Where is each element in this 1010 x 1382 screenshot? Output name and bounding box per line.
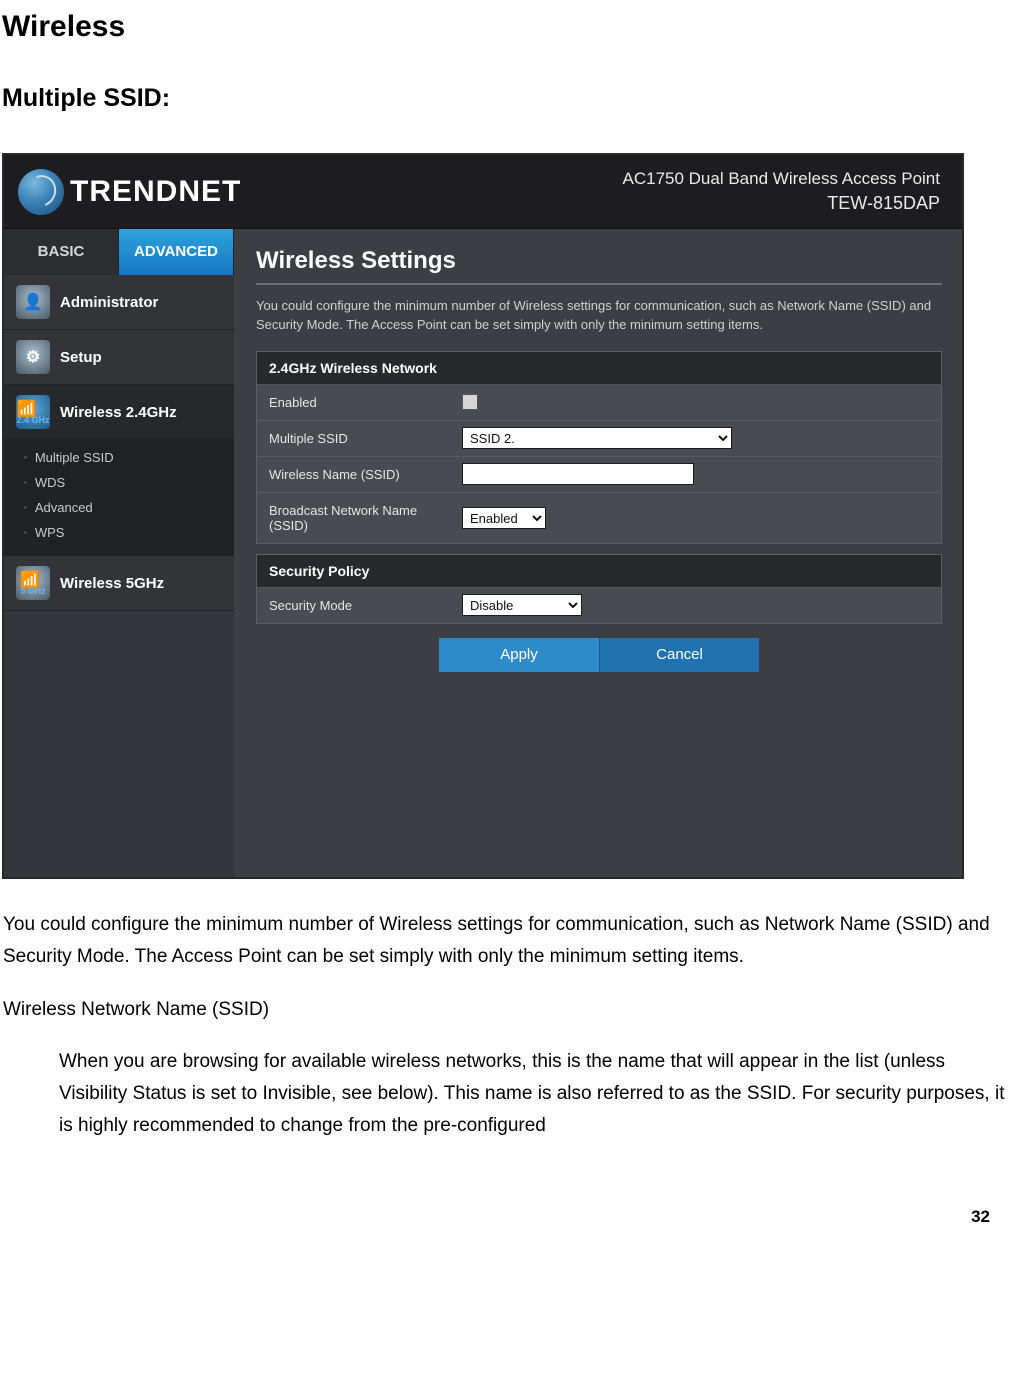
enabled-checkbox[interactable] — [462, 394, 478, 410]
field-label: Enabled — [257, 385, 452, 420]
submenu-wireless-24: Multiple SSID WDS Advanced WPS — [4, 439, 234, 555]
product-line1: AC1750 Dual Band Wireless Access Point — [623, 167, 941, 191]
tab-advanced[interactable]: ADVANCED — [119, 229, 234, 275]
tab-row: BASIC ADVANCED — [4, 229, 234, 275]
field-label: Multiple SSID — [257, 421, 452, 456]
wireless-name-input[interactable] — [462, 463, 694, 485]
sidebar-item-administrator[interactable]: 👤 Administrator — [4, 275, 234, 329]
globe-icon — [18, 169, 64, 215]
sidebar-item-label: Wireless 2.4GHz — [60, 404, 177, 421]
page-title: Wireless Settings — [256, 247, 942, 285]
field-label: Broadcast Network Name (SSID) — [257, 493, 452, 543]
submenu-wds[interactable]: WDS — [4, 470, 234, 495]
doc-paragraph: You could configure the minimum number o… — [3, 909, 1007, 974]
page-heading: Wireless — [2, 10, 1010, 44]
sidebar-item-wireless-24[interactable]: 📶2.4 GHz Wireless 2.4GHz — [4, 385, 234, 439]
button-row: Apply Cancel — [256, 638, 942, 672]
panel-header: 2.4GHz Wireless Network — [257, 352, 941, 385]
field-row-enabled: Enabled — [257, 385, 941, 421]
sidebar-item-label: Administrator — [60, 294, 158, 311]
wifi-icon: 📶5 GHz — [16, 566, 50, 600]
sidebar-item-wireless-5[interactable]: 📶5 GHz Wireless 5GHz — [4, 556, 234, 610]
top-bar: TRENDNET AC1750 Dual Band Wireless Acces… — [4, 155, 962, 229]
page-description: You could configure the minimum number o… — [256, 297, 942, 335]
main-content: Wireless Settings You could configure th… — [234, 229, 962, 877]
field-row-wireless-name: Wireless Name (SSID) — [257, 457, 941, 493]
definition-term: Wireless Network Name (SSID) — [3, 994, 1007, 1026]
document-body-text: You could configure the minimum number o… — [3, 909, 1007, 1143]
panel-header: Security Policy — [257, 555, 941, 588]
cancel-button[interactable]: Cancel — [599, 638, 759, 672]
multiple-ssid-select[interactable]: SSID 2. — [462, 427, 732, 449]
product-name: AC1750 Dual Band Wireless Access Point T… — [623, 167, 941, 216]
field-label: Wireless Name (SSID) — [257, 457, 452, 492]
panel-security-policy: Security Policy Security Mode Disable — [256, 554, 942, 624]
page-number: 32 — [971, 1207, 990, 1227]
definition-body: When you are browsing for available wire… — [59, 1046, 1007, 1143]
submenu-multiple-ssid[interactable]: Multiple SSID — [4, 445, 234, 470]
wifi-icon: 📶2.4 GHz — [16, 395, 50, 429]
user-wrench-icon: 👤 — [16, 285, 50, 319]
gear-icon: ⚙ — [16, 340, 50, 374]
product-model: TEW-815DAP — [623, 191, 941, 216]
page-subheading: Multiple SSID: — [2, 84, 1010, 113]
router-ui-screenshot: TRENDNET AC1750 Dual Band Wireless Acces… — [2, 153, 964, 879]
sidebar-item-label: Setup — [60, 349, 102, 366]
panel-wireless-network: 2.4GHz Wireless Network Enabled Multiple… — [256, 351, 942, 544]
broadcast-select[interactable]: Enabled — [462, 507, 546, 529]
submenu-wps[interactable]: WPS — [4, 520, 234, 545]
field-row-broadcast: Broadcast Network Name (SSID) Enabled — [257, 493, 941, 543]
sidebar-item-label: Wireless 5GHz — [60, 575, 164, 592]
field-label: Security Mode — [257, 588, 452, 623]
field-row-security-mode: Security Mode Disable — [257, 588, 941, 623]
brand-name: TRENDNET — [70, 175, 241, 209]
security-mode-select[interactable]: Disable — [462, 594, 582, 616]
apply-button[interactable]: Apply — [439, 638, 599, 672]
brand-logo: TRENDNET — [18, 169, 241, 215]
field-row-multiple-ssid: Multiple SSID SSID 2. — [257, 421, 941, 457]
sidebar: BASIC ADVANCED 👤 Administrator ⚙ Setup — [4, 229, 234, 877]
submenu-advanced[interactable]: Advanced — [4, 495, 234, 520]
tab-basic[interactable]: BASIC — [4, 229, 119, 275]
sidebar-item-setup[interactable]: ⚙ Setup — [4, 330, 234, 384]
